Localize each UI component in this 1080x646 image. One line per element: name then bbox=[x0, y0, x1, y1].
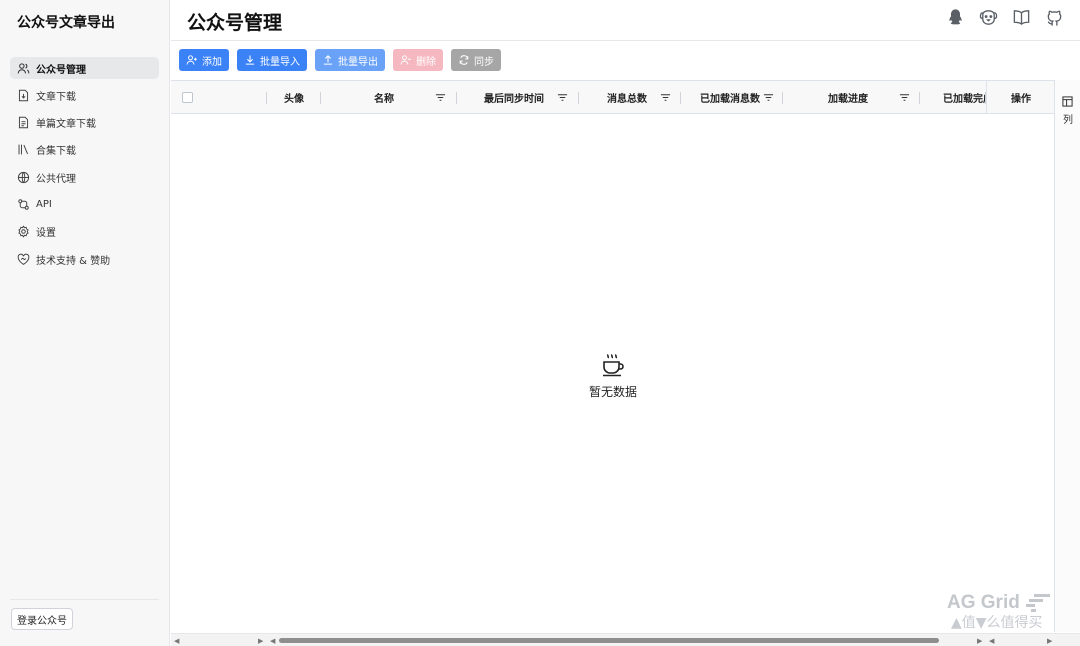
column-header-avatar[interactable]: 头像 bbox=[267, 81, 321, 113]
sidebar-nav: 公众号管理 文章下载 单篇文章下载 合集下载 公共代理 API 设置 技术支持 bbox=[10, 57, 159, 275]
download-icon bbox=[245, 55, 255, 65]
filter-icon[interactable] bbox=[899, 92, 910, 103]
file-download-icon bbox=[18, 89, 29, 102]
api-icon bbox=[18, 199, 29, 210]
scroll-left-icon[interactable]: ◀ bbox=[270, 637, 275, 645]
sidebar-item-label: 文章下载 bbox=[36, 91, 76, 103]
sidebar-item-label: 公共代理 bbox=[36, 173, 76, 185]
sidebar-item-account-management[interactable]: 公众号管理 bbox=[10, 57, 159, 79]
ag-grid-logo-icon bbox=[1025, 594, 1050, 612]
coffee-cup-icon bbox=[603, 353, 624, 377]
column-header-name[interactable]: 名称 bbox=[321, 81, 457, 113]
scroll-right-icon[interactable]: ▶ bbox=[258, 637, 263, 645]
globe-icon bbox=[17, 171, 30, 183]
scroll-left-icon[interactable]: ◀ bbox=[989, 637, 994, 645]
gear-icon bbox=[18, 225, 29, 238]
column-header-actions[interactable]: 操作 bbox=[986, 81, 1054, 113]
scroll-thumb[interactable] bbox=[279, 638, 939, 643]
sidebar-item-article-download[interactable]: 文章下载 bbox=[10, 84, 159, 106]
columns-icon bbox=[1062, 96, 1073, 107]
library-icon bbox=[18, 145, 29, 155]
sidebar-item-api[interactable]: API bbox=[10, 193, 159, 215]
batch-export-button[interactable]: 批量导出 bbox=[315, 49, 385, 71]
column-header-last-sync-time[interactable]: 最后同步时间 bbox=[457, 81, 579, 113]
github-icon[interactable] bbox=[1045, 8, 1064, 27]
column-header-loaded-messages[interactable]: 已加载消息数 bbox=[681, 81, 783, 113]
empty-state-text: 暂无数据 bbox=[588, 385, 637, 399]
batch-import-button[interactable]: 批量导入 bbox=[237, 49, 307, 71]
sidebar-item-label: 单篇文章下载 bbox=[36, 119, 96, 131]
column-header-load-complete[interactable]: 已加载完成 bbox=[920, 81, 986, 113]
dog-icon[interactable] bbox=[979, 8, 998, 27]
book-icon[interactable] bbox=[1012, 8, 1031, 27]
qq-icon[interactable] bbox=[946, 8, 965, 27]
user-minus-icon bbox=[400, 55, 411, 65]
select-all-checkbox[interactable] bbox=[182, 92, 193, 103]
page-title: 公众号管理 bbox=[187, 12, 283, 34]
sidebar-item-label: 公众号管理 bbox=[36, 64, 86, 76]
scroll-right-icon[interactable]: ▶ bbox=[1047, 637, 1052, 645]
add-button[interactable]: 添加 bbox=[179, 49, 229, 71]
grid-header: 头像 名称 最后同步时间 消息总数 已加载消息数 加载进度 已加载完 操作 bbox=[171, 80, 1054, 114]
header-icons bbox=[946, 8, 1064, 27]
sidebar-item-support-sponsor[interactable]: 技术支持 & 赞助 bbox=[10, 248, 159, 270]
sidebar-item-label: 技术支持 & 赞助 bbox=[36, 255, 111, 267]
sync-button[interactable]: 同步 bbox=[451, 49, 501, 71]
ag-grid-watermark: AG Grid bbox=[947, 592, 1052, 614]
filter-icon[interactable] bbox=[557, 92, 568, 103]
site-watermark: ▲值▼么值得买 bbox=[951, 615, 1043, 631]
scroll-left-icon[interactable]: ◀ bbox=[174, 637, 179, 645]
page-header: 公众号管理 bbox=[171, 0, 1080, 41]
sidebar-item-collection-download[interactable]: 合集下载 bbox=[10, 139, 159, 161]
column-header-load-progress[interactable]: 加载进度 bbox=[783, 81, 920, 113]
filter-icon[interactable] bbox=[660, 92, 671, 103]
sidebar-item-label: 合集下载 bbox=[36, 146, 76, 158]
app-title: 公众号文章导出 bbox=[17, 15, 115, 31]
users-icon bbox=[17, 62, 30, 73]
columns-tool-panel[interactable]: 列 bbox=[1054, 80, 1080, 632]
sidebar-item-label: API bbox=[36, 198, 52, 210]
empty-state: 暂无数据 bbox=[551, 352, 675, 400]
header-select-cell bbox=[171, 81, 267, 113]
login-button[interactable]: 登录公众号 bbox=[11, 608, 73, 630]
horizontal-scrollbar[interactable]: ◀ ▶ ◀ ▶ ◀ ▶ bbox=[171, 633, 1080, 646]
sidebar-item-public-proxy[interactable]: 公共代理 bbox=[10, 166, 159, 188]
user-plus-icon bbox=[186, 55, 197, 65]
sidebar-item-settings[interactable]: 设置 bbox=[10, 221, 159, 243]
column-header-total-messages[interactable]: 消息总数 bbox=[579, 81, 681, 113]
toolbar: 添加 批量导入 批量导出 删除 同步 bbox=[179, 49, 501, 71]
sidebar-item-label: 设置 bbox=[36, 228, 56, 240]
refresh-icon bbox=[459, 55, 469, 65]
scroll-right-icon[interactable]: ▶ bbox=[977, 637, 982, 645]
sidebar-item-single-article-download[interactable]: 单篇文章下载 bbox=[10, 112, 159, 134]
filter-icon[interactable] bbox=[763, 92, 774, 103]
data-grid: 头像 名称 最后同步时间 消息总数 已加载消息数 加载进度 已加载完 操作 列 … bbox=[171, 80, 1080, 646]
columns-panel-label: 列 bbox=[1063, 115, 1073, 126]
file-text-icon bbox=[18, 116, 29, 129]
filter-icon[interactable] bbox=[435, 92, 446, 103]
heart-handshake-icon bbox=[17, 253, 30, 265]
sidebar: 公众号文章导出 公众号管理 文章下载 单篇文章下载 合集下载 公共代理 API bbox=[0, 0, 170, 646]
sidebar-divider bbox=[10, 599, 159, 600]
delete-button[interactable]: 删除 bbox=[393, 49, 443, 71]
upload-icon bbox=[323, 55, 333, 65]
